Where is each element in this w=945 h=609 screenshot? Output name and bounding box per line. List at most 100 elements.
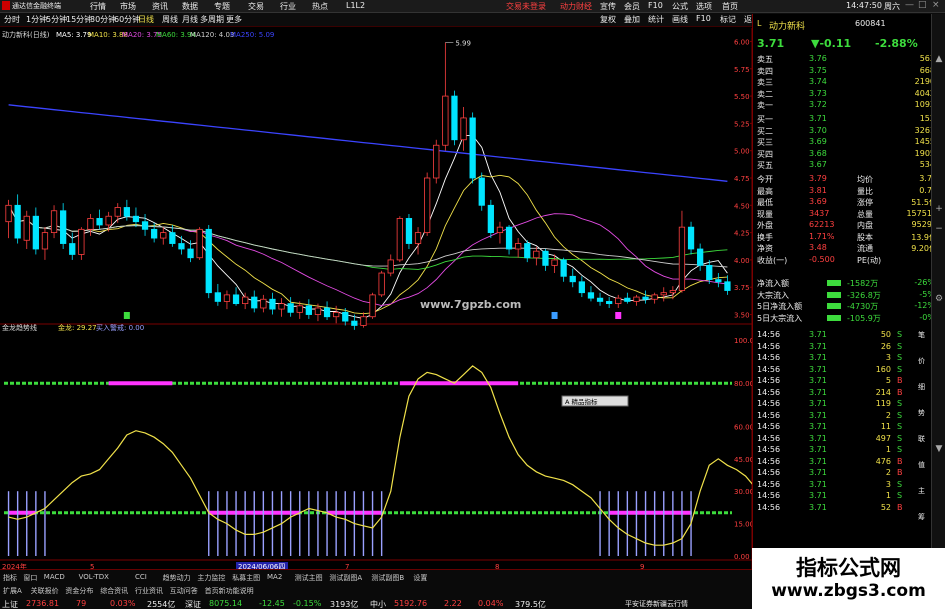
candle[interactable] — [596, 297, 604, 302]
candle[interactable] — [232, 294, 240, 305]
candle[interactable] — [724, 281, 731, 291]
extension-tab[interactable]: 关联报价 — [31, 586, 59, 596]
candle[interactable] — [496, 226, 504, 234]
maximize-icon[interactable]: □ — [918, 0, 927, 10]
extension-tab[interactable]: 行业资讯 — [135, 586, 163, 596]
side-zoom-out-icon[interactable]: − — [933, 224, 945, 237]
panel-footer-tab[interactable]: 筹 — [918, 512, 925, 522]
candle[interactable] — [469, 117, 476, 179]
candle[interactable] — [151, 228, 158, 239]
bid-row[interactable]: 买四 3.68 1905 — [757, 149, 942, 160]
candle[interactable] — [551, 259, 558, 266]
indicator-tab[interactable]: 指标 — [3, 573, 17, 583]
candle[interactable] — [433, 144, 440, 179]
candle[interactable] — [114, 207, 121, 217]
candle[interactable] — [569, 275, 576, 283]
candle[interactable] — [296, 305, 303, 313]
indicator-tooltip[interactable]: A 精品指标 — [561, 395, 629, 407]
toolbar-button[interactable]: 宣传 — [600, 1, 616, 12]
candle[interactable] — [487, 204, 494, 234]
top-menu-item[interactable]: 行情 — [90, 1, 106, 12]
trade-login-status[interactable]: 交易未登录 — [506, 1, 546, 12]
candle[interactable] — [260, 298, 267, 309]
period-item[interactable]: 多周期 — [200, 14, 224, 25]
ask-row[interactable]: 卖一 3.72 1093 — [757, 100, 942, 111]
chart-area[interactable]: 6.00 5.75 5.50 5.25 5.00 4.75 4.50 4.25 4.00 3.75… — [0, 28, 759, 571]
candle[interactable] — [41, 232, 49, 250]
candle[interactable] — [314, 307, 322, 315]
candle[interactable] — [687, 226, 695, 250]
chart-tool-item[interactable]: 统计 — [648, 14, 664, 25]
chart-tool-item[interactable]: 复权 — [600, 14, 616, 25]
panel-footer-tab[interactable]: 笔 — [918, 330, 925, 340]
period-item[interactable]: 15分钟 — [66, 14, 92, 25]
close-icon[interactable]: × — [932, 0, 940, 10]
ask-row[interactable]: 卖三 3.74 2190 — [757, 77, 942, 88]
candle[interactable] — [169, 232, 176, 244]
index-name[interactable]: 中小 — [370, 599, 386, 609]
candle[interactable] — [451, 95, 458, 141]
candle[interactable] — [242, 296, 249, 305]
period-item[interactable]: 60分钟 — [114, 14, 140, 25]
ask-row[interactable]: 卖五 3.76 563 — [757, 54, 942, 65]
candle[interactable] — [424, 177, 431, 234]
candle[interactable] — [505, 226, 513, 250]
extension-tab[interactable]: 首页新功能说明 — [205, 586, 254, 596]
top-menu-item[interactable]: 行业 — [280, 1, 296, 12]
candle[interactable] — [642, 296, 649, 300]
period-item[interactable]: 5分钟 — [46, 14, 67, 25]
candle[interactable] — [187, 248, 194, 259]
candle[interactable] — [524, 243, 531, 259]
period-item[interactable]: 分时 — [4, 14, 20, 25]
toolbar-button[interactable]: F10 — [648, 1, 663, 10]
candle[interactable] — [223, 294, 231, 302]
candle[interactable] — [405, 218, 413, 244]
candle[interactable] — [606, 301, 613, 305]
period-item[interactable]: 日线 — [138, 14, 154, 25]
candle[interactable] — [50, 210, 58, 234]
indicator-tab[interactable]: 测试主图 — [295, 573, 323, 583]
candle[interactable] — [533, 250, 540, 259]
candle[interactable] — [587, 292, 595, 299]
indicator-tab[interactable]: MA2 — [267, 573, 282, 581]
indicator-tab[interactable]: 测试副图B — [371, 573, 404, 583]
extension-tab[interactable]: 扩展A — [3, 586, 22, 596]
bid-row[interactable]: 买一 3.71 152 — [757, 114, 942, 125]
top-menu-item[interactable]: 热点 — [312, 1, 328, 12]
indicator-tab[interactable]: 私募主图 — [232, 573, 260, 583]
candle[interactable] — [342, 311, 349, 322]
candle[interactable] — [578, 281, 585, 294]
candle[interactable] — [560, 259, 567, 277]
candle[interactable] — [87, 218, 94, 230]
side-settings-icon[interactable]: ⚙ — [933, 294, 945, 307]
candle[interactable] — [105, 215, 112, 226]
panel-footer-tab[interactable]: 主 — [918, 486, 925, 496]
candle[interactable] — [351, 320, 358, 326]
candle[interactable] — [333, 311, 340, 318]
bid-row[interactable]: 买二 3.70 3261 — [757, 126, 942, 137]
chart-tool-item[interactable]: 标记 — [720, 14, 736, 25]
extension-tab[interactable]: 综合资讯 — [100, 586, 128, 596]
candle[interactable] — [633, 296, 640, 302]
side-up-icon[interactable]: ▲ — [933, 54, 945, 67]
chart-tool-item[interactable]: 画线 — [672, 14, 688, 25]
panel-footer-tab[interactable]: 联 — [918, 434, 925, 444]
candle[interactable] — [123, 207, 130, 217]
period-item[interactable]: 月线 — [182, 14, 198, 25]
candle[interactable] — [460, 117, 467, 141]
top-menu-item[interactable]: 专题 — [214, 1, 230, 12]
candle[interactable] — [369, 294, 376, 318]
candle[interactable] — [323, 307, 331, 318]
indicator-tab[interactable]: MACD — [44, 573, 65, 581]
candle[interactable] — [678, 226, 686, 291]
candle[interactable] — [396, 218, 403, 261]
kline-chart[interactable]: 6.00 5.75 5.50 5.25 5.00 4.75 4.50 4.25 4.00 3.75… — [0, 28, 759, 571]
indicator-tab[interactable]: 测试副图A — [329, 573, 362, 583]
period-item[interactable]: 更多 — [226, 14, 242, 25]
top-menu-item[interactable]: 交易 — [248, 1, 264, 12]
top-menu-item[interactable]: 数据 — [182, 1, 198, 12]
candle[interactable] — [387, 259, 394, 274]
candle[interactable] — [160, 232, 167, 239]
index-name[interactable]: 上证 — [2, 599, 18, 609]
panel-footer-tab[interactable]: 细 — [918, 382, 925, 392]
